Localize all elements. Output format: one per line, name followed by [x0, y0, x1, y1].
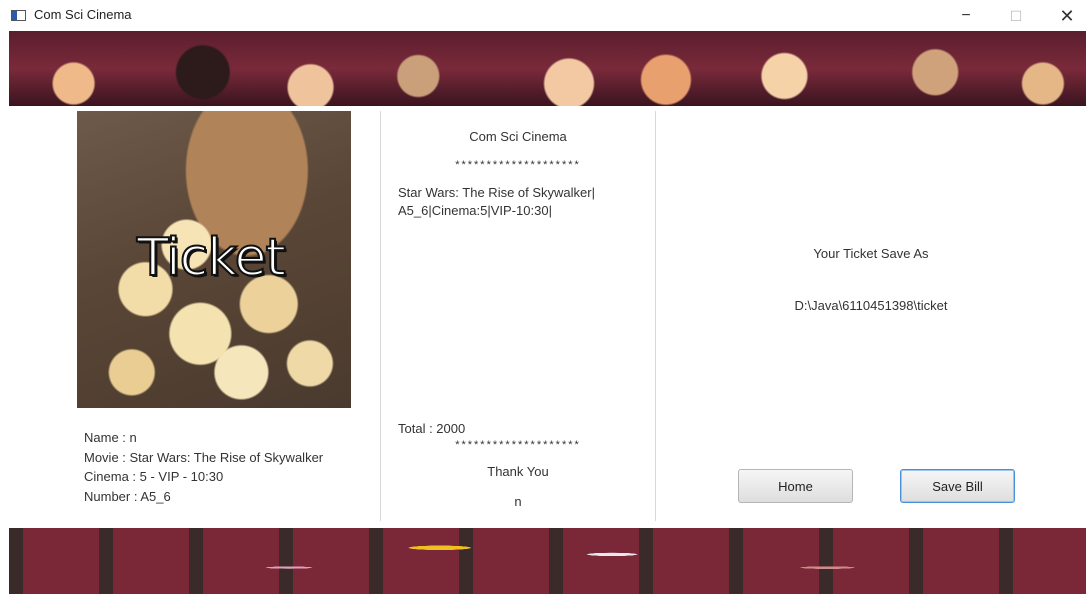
receipt-total: Total : 2000: [398, 421, 466, 436]
maximize-button[interactable]: ☐: [1006, 6, 1026, 26]
home-button[interactable]: Home: [738, 469, 853, 503]
save-label: Your Ticket Save As: [813, 246, 929, 261]
receipt-stars-bottom: ********************: [455, 439, 581, 451]
receipt-thanks: Thank You: [487, 464, 549, 479]
window-title: Com Sci Cinema: [34, 7, 132, 22]
ticket-details: Name : n Movie : Star Wars: The Rise of …: [84, 428, 323, 506]
receipt-stars-top: ********************: [455, 159, 581, 171]
detail-name: Name : n: [84, 430, 137, 445]
close-button[interactable]: ✕: [1057, 6, 1077, 26]
receipt-line-1: Star Wars: The Rise of Skywalker|: [398, 185, 595, 200]
top-banner-image: [9, 31, 1086, 106]
ticket-poster-image: Ticket: [77, 111, 351, 408]
detail-movie: Movie : Star Wars: The Rise of Skywalker: [84, 449, 324, 465]
receipt-title: Com Sci Cinema: [469, 129, 567, 144]
minimize-button[interactable]: −: [956, 6, 976, 26]
save-panel: Your Ticket Save As D:\Java\6110451398\t…: [656, 111, 1086, 521]
detail-cinema: Cinema : 5 - VIP - 10:30: [84, 469, 224, 484]
poster-caption: Ticket: [136, 227, 287, 289]
save-bill-button[interactable]: Save Bill: [900, 469, 1015, 503]
app-icon: [11, 10, 26, 21]
bottom-banner-image: [9, 528, 1086, 594]
receipt-customer-name: n: [514, 494, 522, 509]
receipt-line-2: A5_6|Cinema:5|VIP-10:30|: [398, 203, 552, 218]
receipt-panel: Com Sci Cinema ******************** Star…: [381, 111, 655, 521]
detail-number: Number : A5_6: [84, 488, 171, 504]
title-bar: Com Sci Cinema − ☐ ✕: [0, 0, 1086, 31]
save-path: D:\Java\6110451398\ticket: [794, 298, 948, 313]
